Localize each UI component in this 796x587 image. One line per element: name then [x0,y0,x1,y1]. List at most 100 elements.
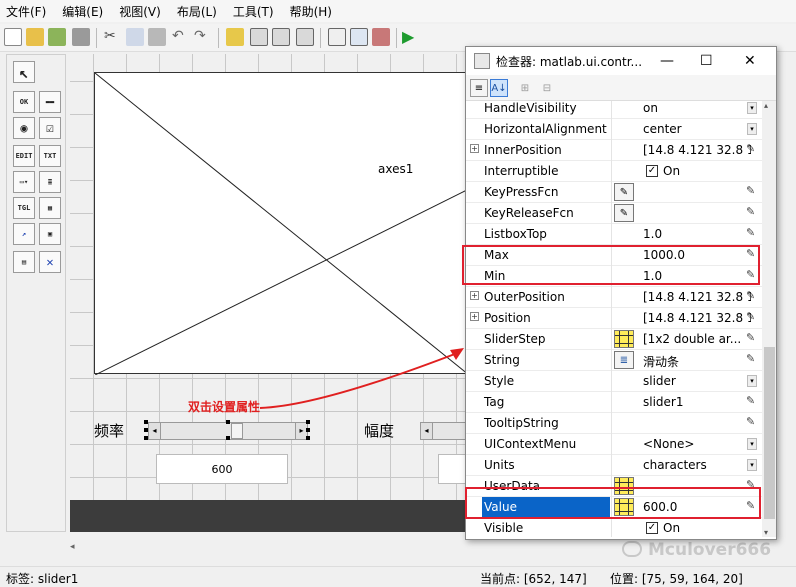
property-value[interactable]: On [663,164,680,178]
open-folder-icon[interactable] [26,28,44,46]
menu-layout[interactable]: 布局(L) [177,3,217,20]
menu-view[interactable]: 视图(V) [119,3,161,20]
edit-pencil-icon[interactable]: ✎ [746,331,755,344]
string-editor-icon[interactable]: ≣ [614,351,634,369]
property-value[interactable]: [1x2 double ar... [643,332,741,346]
sort-az-icon[interactable]: A↓ [490,79,508,97]
edit-pencil-icon[interactable]: ✎ [746,226,755,239]
align-icon[interactable] [226,28,244,46]
scroll-down-icon[interactable]: ▾ [764,528,768,537]
property-row-tooltipstring[interactable]: TooltipString ✎ [466,413,762,434]
axes-icon[interactable]: ↗ [13,223,35,245]
dropdown-arrow-icon[interactable]: ▾ [747,438,757,450]
categorized-view-icon[interactable]: ≡ [470,79,488,97]
scroll-up-icon[interactable]: ▴ [764,101,768,110]
paste-icon[interactable] [148,28,166,46]
toolbar-editor-icon[interactable] [296,28,314,46]
checkbox-icon[interactable]: ☑ [39,117,61,139]
amplitude-edit-box[interactable] [438,454,468,484]
property-value[interactable]: [14.8 4.121 32.8 1.... [643,143,751,157]
undo-icon[interactable]: ↶ [172,28,190,46]
cut-icon[interactable]: ✂ [104,28,122,46]
dropdown-arrow-icon[interactable]: ▾ [747,123,757,135]
popup-menu-icon[interactable]: ▭▾ [13,171,35,193]
radiobutton-icon[interactable]: ◉ [13,117,35,139]
dropdown-arrow-icon[interactable]: ▾ [747,459,757,471]
slider-left-arrow-icon[interactable]: ◂ [421,423,433,439]
edit-pencil-icon[interactable]: ✎ [746,415,755,428]
edit-pencil-icon[interactable]: ✎ [746,289,755,302]
array-editor-icon[interactable] [614,330,634,348]
edit-text-icon[interactable]: EDIT [13,145,35,167]
table-icon[interactable]: ▦ [39,197,61,219]
property-row-keypressfcn[interactable]: KeyPressFcn ✎ ✎ [466,182,762,203]
amplitude-label[interactable]: 幅度 [364,420,394,441]
export-icon[interactable] [48,28,66,46]
property-row-units[interactable]: Units characters ▾ [466,455,762,476]
button-group-icon[interactable]: ▤ [13,251,35,273]
horizontal-scrollbar[interactable]: ◂ [70,540,468,554]
property-value[interactable]: [14.8 4.121 32.8 1.... [643,311,751,325]
property-row-tag[interactable]: Tag slider1 ✎ [466,392,762,413]
expand-all-icon[interactable]: ⊞ [516,79,534,97]
property-value[interactable]: characters [643,458,707,472]
slider-left-arrow-icon[interactable]: ◂ [149,423,161,439]
edit-pencil-icon[interactable]: ✎ [746,310,755,323]
expand-icon[interactable]: + [470,312,479,321]
callback-editor-icon[interactable]: ✎ [614,183,634,201]
property-row-sliderstep[interactable]: SliderStep [1x2 double ar... ✎ [466,329,762,350]
axes-component[interactable] [94,72,469,375]
selection-handle[interactable] [306,420,310,424]
edit-pencil-icon[interactable]: ✎ [746,352,755,365]
callback-editor-icon[interactable]: ✎ [614,204,634,222]
object-browser-icon[interactable] [372,28,390,46]
edit-pencil-icon[interactable]: ✎ [746,205,755,218]
property-row-style[interactable]: Style slider ▾ [466,371,762,392]
property-row-horizontalalignment[interactable]: HorizontalAlignment center ▾ [466,119,762,140]
property-value[interactable]: slider [643,374,676,388]
property-row-listboxtop[interactable]: ListboxTop 1.0 ✎ [466,224,762,245]
amplitude-slider[interactable]: ◂ [420,422,468,440]
checkbox-icon[interactable]: ✓ [646,165,658,177]
property-row-string[interactable]: String ≣ 滑动条 ✎ [466,350,762,371]
editor-icon[interactable] [328,28,346,46]
property-value[interactable]: on [643,101,658,115]
scroll-left-icon[interactable]: ◂ [70,542,75,552]
inspector-icon[interactable] [350,28,368,46]
expand-icon[interactable]: + [470,144,479,153]
static-text-icon[interactable]: TXT [39,145,61,167]
property-value[interactable]: <None> [643,437,694,451]
edit-pencil-icon[interactable]: ✎ [746,142,755,155]
property-row-innerposition[interactable]: + InnerPosition [14.8 4.121 32.8 1....✎ [466,140,762,161]
expand-icon[interactable]: + [470,291,479,300]
property-row-handlevisibility[interactable]: HandleVisibility on ▾ [466,101,762,119]
dropdown-arrow-icon[interactable]: ▾ [747,375,757,387]
property-value[interactable]: [14.8 4.121 32.8 1.... [643,290,751,304]
selection-handle[interactable] [144,420,148,424]
selection-handle[interactable] [226,420,230,424]
listbox-icon[interactable]: ≣ [39,171,61,193]
selection-handle[interactable] [226,436,230,440]
activex-icon[interactable]: ✕ [39,251,61,273]
close-icon[interactable]: ✕ [744,53,756,69]
edit-pencil-icon[interactable]: ✎ [746,394,755,407]
property-value[interactable]: 1.0 [643,227,662,241]
property-row-interruptible[interactable]: Interruptible ✓ On [466,161,762,182]
property-value[interactable]: 滑动条 [643,353,679,370]
property-value[interactable]: slider1 [643,395,684,409]
inspector-scroll-thumb[interactable] [764,347,775,519]
toggle-button-icon[interactable]: TGL [13,197,35,219]
slider-thumb[interactable] [231,423,243,439]
frequency-label[interactable]: 频率 [94,420,124,441]
menu-file[interactable]: 文件(F) [6,3,46,20]
property-row-visible[interactable]: Visible ✓ On [466,518,762,537]
checkbox-icon[interactable]: ✓ [646,522,658,534]
menu-editor-icon[interactable] [250,28,268,46]
property-row-uicontextmenu[interactable]: UIContextMenu <None> ▾ [466,434,762,455]
selection-handle[interactable] [144,428,148,432]
menu-help[interactable]: 帮助(H) [290,3,332,20]
property-row-position[interactable]: + Position [14.8 4.121 32.8 1....✎ [466,308,762,329]
run-icon[interactable]: ▶ [402,28,420,46]
copy-icon[interactable] [126,28,144,46]
property-row-keyreleasefcn[interactable]: KeyReleaseFcn ✎ ✎ [466,203,762,224]
